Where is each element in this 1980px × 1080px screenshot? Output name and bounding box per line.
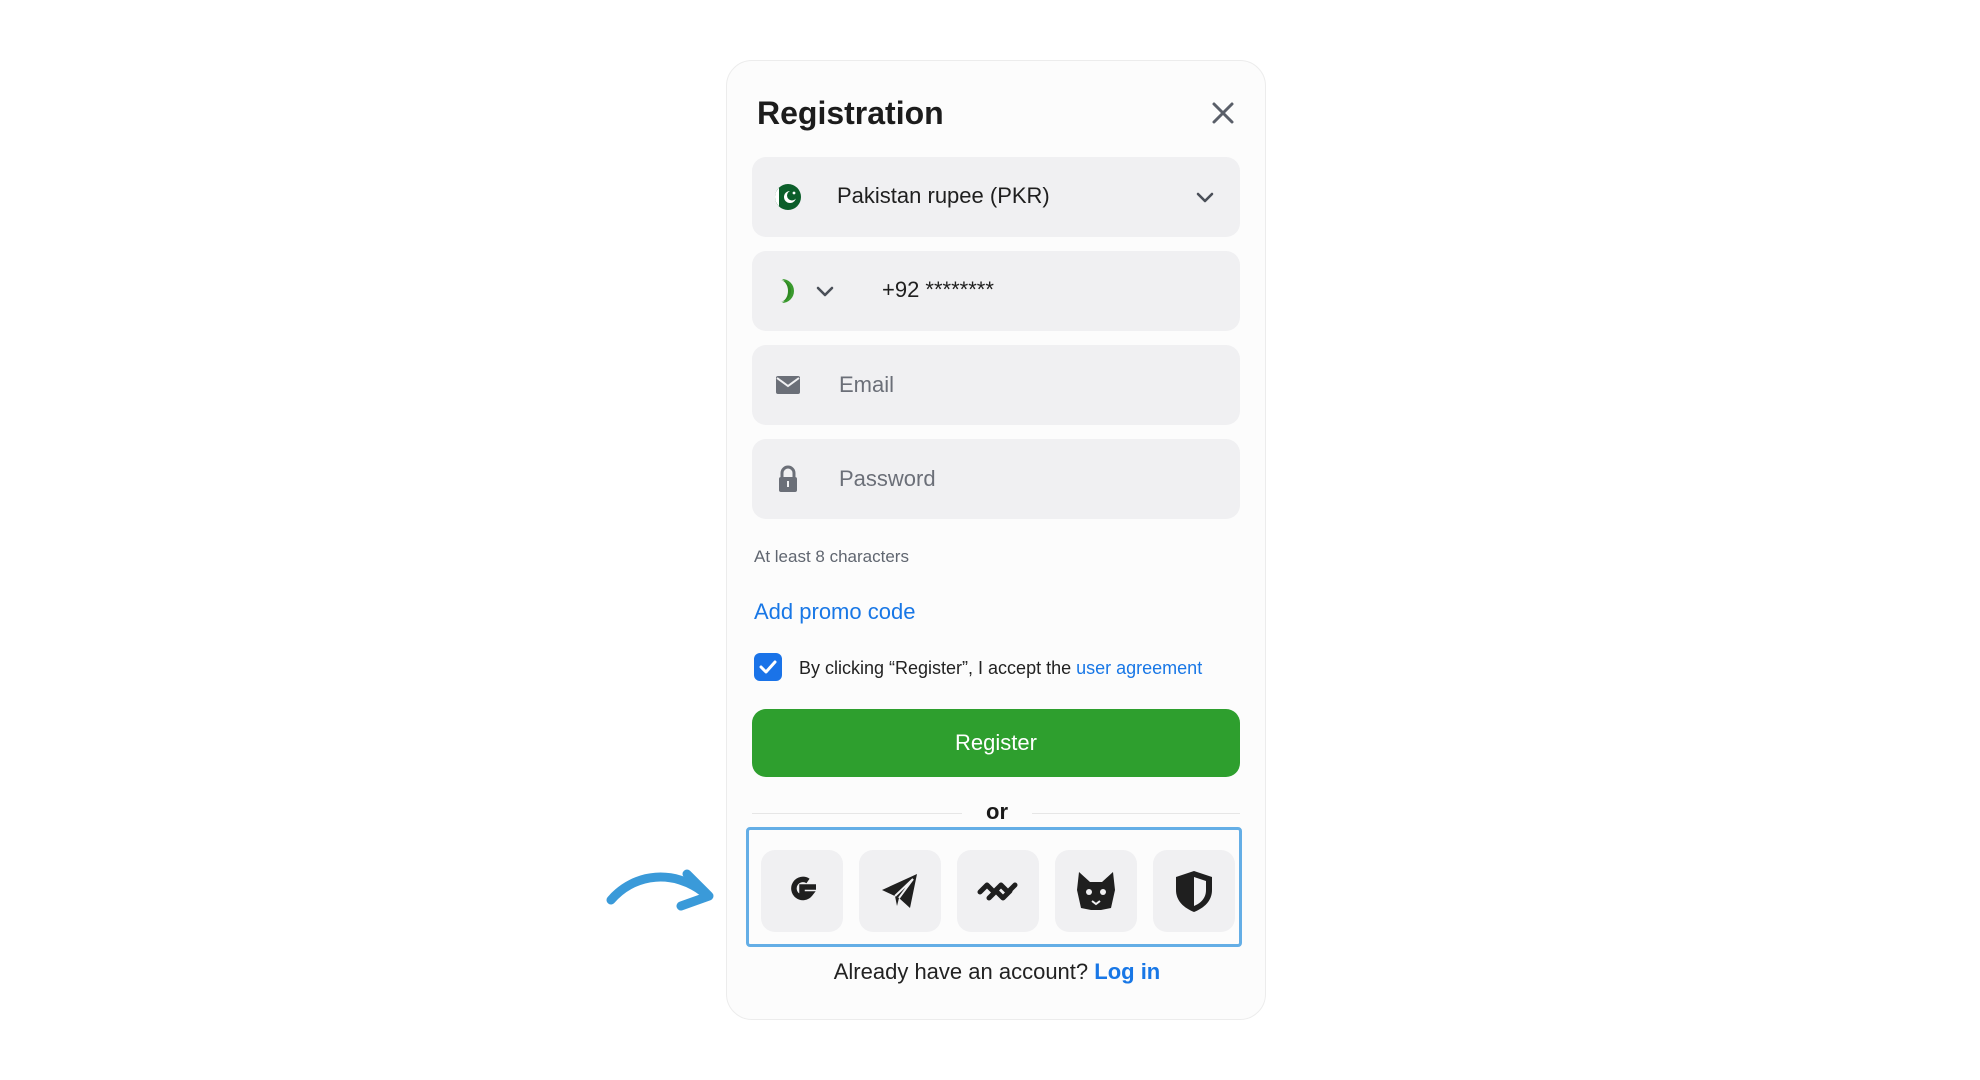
agreement-checkbox[interactable] (754, 653, 782, 681)
curved-arrow-icon (606, 869, 714, 911)
country-chevron-down-icon[interactable] (814, 280, 836, 302)
chevron-down-icon (1196, 192, 1214, 203)
envelope-icon (776, 376, 800, 394)
email-input[interactable] (837, 367, 1221, 403)
telegram-login-button[interactable] (859, 850, 941, 932)
checkmark-icon (759, 660, 777, 674)
social-login-group (746, 827, 1242, 947)
password-field[interactable] (752, 439, 1240, 519)
lock-icon (779, 465, 797, 492)
password-input[interactable] (837, 461, 1221, 497)
phone-field[interactable]: +92 ******** (752, 251, 1240, 331)
add-promo-code-link[interactable]: Add promo code (754, 599, 915, 625)
phone-value: +92 ******** (882, 277, 994, 302)
pakistan-flag-icon (775, 184, 801, 210)
telegram-icon (882, 874, 917, 908)
registration-modal: Registration Pakistan rupee (PKR) +92 **… (726, 60, 1266, 1020)
pakistan-crescent-icon (780, 279, 794, 303)
agreement-text: By clicking “Register”, I accept the use… (799, 658, 1202, 679)
login-prompt-text: Already have an account? (833, 959, 1089, 984)
email-field[interactable] (752, 345, 1240, 425)
currency-select[interactable]: Pakistan rupee (PKR) (752, 157, 1240, 237)
walletconnect-login-button[interactable] (957, 850, 1039, 932)
agreement-label: By clicking “Register”, I accept the (799, 658, 1072, 678)
shield-login-button[interactable] (1153, 850, 1235, 932)
modal-title: Registration (757, 95, 944, 131)
google-icon (791, 876, 816, 901)
close-icon[interactable] (1209, 99, 1237, 127)
currency-value: Pakistan rupee (PKR) (837, 183, 1050, 208)
walletconnect-icon (977, 882, 1018, 901)
log-in-link[interactable]: Log in (1094, 959, 1160, 984)
login-prompt: Already have an account? Log in (727, 959, 1267, 985)
google-login-button[interactable] (761, 850, 843, 932)
divider-label: or (986, 799, 1008, 824)
metamask-login-button[interactable] (1055, 850, 1137, 932)
fox-icon (1077, 872, 1115, 910)
register-button[interactable]: Register (752, 709, 1240, 777)
user-agreement-link[interactable]: user agreement (1076, 658, 1202, 678)
shield-icon (1176, 871, 1212, 912)
password-hint: At least 8 characters (754, 547, 909, 566)
